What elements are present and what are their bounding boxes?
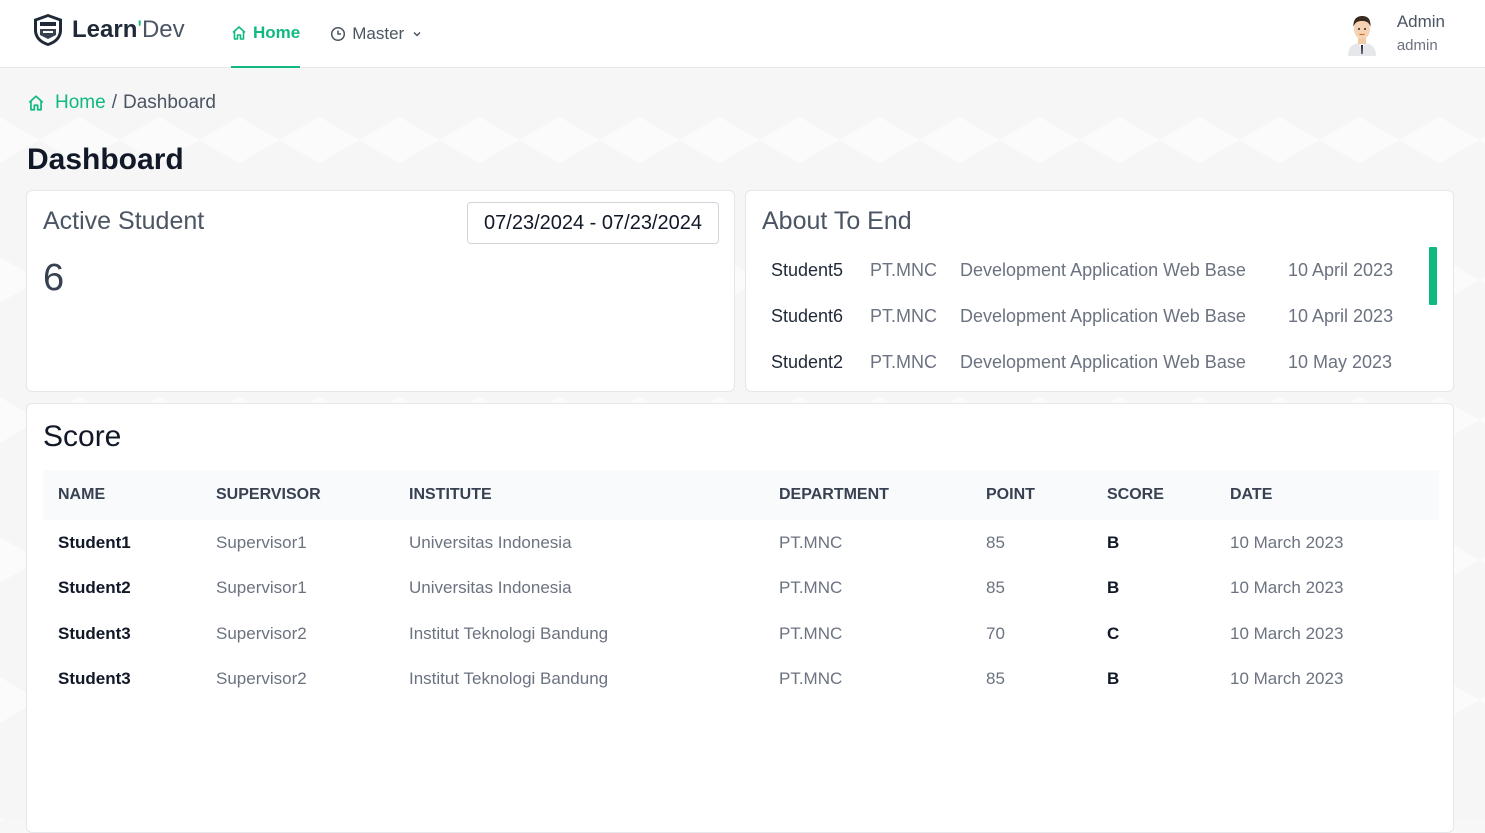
- user-name: Admin: [1396, 12, 1445, 31]
- about-date: 10 May 2023: [1288, 351, 1393, 372]
- about-department: Development Application Web Base: [960, 305, 1246, 326]
- about-department: Development Application Web Base: [960, 351, 1246, 372]
- score-table: NAME SUPERVISOR INSTITUTE DEPARTMENT POI…: [43, 470, 1439, 702]
- cell-institute: Institut Teknologi Bandung: [409, 669, 609, 689]
- cell-point: 85: [986, 532, 1005, 552]
- about-date: 10 April 2023: [1288, 305, 1394, 326]
- breadcrumb-separator: /: [111, 92, 117, 113]
- list-item: Student5 PT.MNC Development Application …: [771, 247, 1428, 293]
- brand[interactable]: Learn'Dev: [32, 13, 185, 47]
- table-row: Student3 Supervisor2 Institut Teknologi …: [43, 611, 1439, 657]
- brand-logo-icon: [34, 14, 62, 46]
- table-row: Student2 Supervisor1 Universitas Indones…: [43, 566, 1439, 612]
- nav-master[interactable]: Master: [330, 0, 428, 68]
- cell-supervisor: Supervisor2: [216, 669, 307, 689]
- scrollbar-thumb[interactable]: [1429, 247, 1437, 305]
- column-header-institute: INSTITUTE: [394, 470, 764, 520]
- table-row: Student1 Supervisor1 Universitas Indones…: [43, 520, 1439, 566]
- about-to-end-title: About To End: [762, 207, 912, 235]
- column-header-supervisor: SUPERVISOR: [201, 470, 394, 520]
- about-institute: PT.MNC: [870, 305, 937, 326]
- about-department: Development Application Web Base: [960, 259, 1246, 280]
- cell-supervisor: Supervisor1: [216, 578, 307, 598]
- breadcrumb-current: Dashboard: [122, 92, 216, 113]
- list-item: Student6 PT.MNC Development Application …: [771, 293, 1428, 339]
- active-student-title: Active Student: [43, 207, 205, 235]
- cell-score: B: [1107, 669, 1120, 689]
- about-institute: PT.MNC: [870, 351, 937, 372]
- cell-institute: Universitas Indonesia: [409, 578, 572, 598]
- table-header-row: NAME SUPERVISOR INSTITUTE DEPARTMENT POI…: [43, 470, 1439, 520]
- nav-home[interactable]: Home: [231, 0, 301, 68]
- brand-name-bold: Learn: [72, 16, 138, 43]
- brand-name: Learn'Dev: [72, 16, 185, 44]
- chevron-down-icon: [413, 31, 421, 37]
- cell-score: B: [1107, 578, 1120, 598]
- cell-date: 10 March 2023: [1230, 669, 1344, 689]
- column-header-point: POINT: [971, 470, 1092, 520]
- home-icon: [232, 26, 246, 40]
- about-to-end-card: About To End Student5 PT.MNC Development…: [745, 190, 1454, 392]
- nav-home-label: Home: [253, 23, 301, 42]
- cell-point: 70: [986, 623, 1005, 643]
- brand-name-light: Dev: [141, 16, 185, 43]
- column-header-department: DEPARTMENT: [764, 470, 971, 520]
- breadcrumb-home-link[interactable]: Home: [55, 92, 106, 114]
- home-icon: [28, 95, 44, 111]
- user-info: Admin admin: [1397, 10, 1445, 58]
- active-student-count: 6: [43, 257, 65, 299]
- active-student-card: Active Student 07/23/2024 - 07/23/2024 6: [26, 190, 735, 392]
- cell-name: Student2: [58, 578, 131, 598]
- cell-name: Student3: [58, 669, 131, 689]
- user-menu[interactable]: Admin admin: [1345, 10, 1445, 58]
- cell-date: 10 March 2023: [1230, 532, 1344, 552]
- user-avatar: [1347, 16, 1376, 56]
- about-institute: PT.MNC: [870, 259, 937, 280]
- cell-supervisor: Supervisor1: [216, 532, 307, 552]
- cell-point: 85: [986, 669, 1005, 689]
- cell-score: C: [1107, 623, 1120, 643]
- main-nav: Home Master: [231, 0, 458, 68]
- date-range-picker[interactable]: 07/23/2024 - 07/23/2024: [467, 202, 719, 244]
- table-row: Student3 Supervisor2 Institut Teknologi …: [43, 657, 1439, 703]
- page-title: Dashboard: [27, 143, 184, 176]
- user-role: admin: [1396, 37, 1438, 54]
- about-to-end-list[interactable]: Student5 PT.MNC Development Application …: [771, 247, 1428, 385]
- breadcrumb: Home / Dashboard: [27, 92, 216, 114]
- about-student-name: Student6: [771, 305, 844, 326]
- cell-supervisor: Supervisor2: [216, 623, 307, 643]
- cell-department: PT.MNC: [779, 532, 843, 552]
- clock-icon: [331, 26, 346, 42]
- cell-institute: Universitas Indonesia: [409, 532, 572, 552]
- about-student-name: Student2: [771, 351, 844, 372]
- column-header-name: NAME: [43, 470, 201, 520]
- nav-master-label: Master: [352, 24, 405, 43]
- cell-department: PT.MNC: [779, 578, 843, 598]
- about-date: 10 April 2023: [1288, 259, 1394, 280]
- cell-date: 10 March 2023: [1230, 623, 1344, 643]
- cell-point: 85: [986, 578, 1005, 598]
- cell-name: Student3: [58, 623, 131, 643]
- about-student-name: Student5: [771, 259, 844, 280]
- score-title: Score: [43, 420, 122, 453]
- top-navbar: Learn'Dev Home Master Admin admin: [0, 0, 1485, 68]
- cell-name: Student1: [58, 532, 131, 552]
- cell-date: 10 March 2023: [1230, 578, 1344, 598]
- cell-department: PT.MNC: [779, 669, 843, 689]
- list-item: Student2 PT.MNC Development Application …: [771, 339, 1428, 385]
- cell-score: B: [1107, 532, 1120, 552]
- column-header-date: DATE: [1215, 470, 1439, 520]
- cell-department: PT.MNC: [779, 623, 843, 643]
- column-header-score: SCORE: [1092, 470, 1215, 520]
- cell-institute: Institut Teknologi Bandung: [409, 623, 609, 643]
- score-card: Score NAME SUPERVISOR INSTITUTE DEPARTME…: [26, 403, 1454, 833]
